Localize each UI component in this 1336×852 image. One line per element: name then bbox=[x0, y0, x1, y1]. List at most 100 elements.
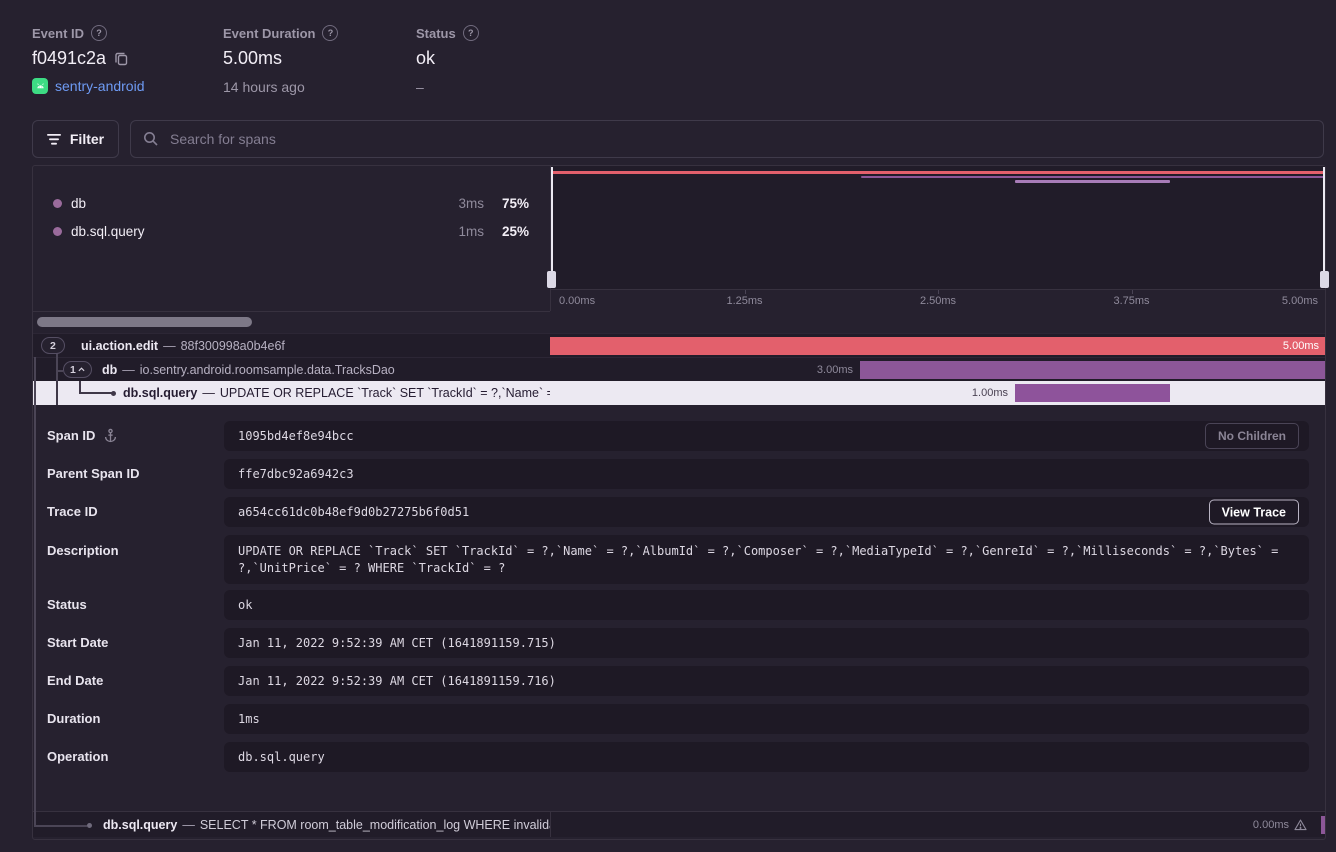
description-value: UPDATE OR REPLACE `Track` SET `TrackId` … bbox=[238, 544, 1278, 575]
axis-label: 1.25ms bbox=[726, 295, 762, 307]
view-trace-button[interactable]: View Trace bbox=[1209, 500, 1299, 525]
minimap-left-handle[interactable] bbox=[551, 167, 553, 273]
parent-span-id-value-box: ffe7dbc92a6942c3 bbox=[224, 459, 1309, 489]
span-op: ui.action.edit bbox=[81, 339, 158, 353]
event-duration-label: Event Duration bbox=[223, 26, 315, 41]
event-id-label: Event ID bbox=[32, 26, 84, 41]
legend-dot-icon bbox=[53, 227, 62, 236]
trace-minimap[interactable] bbox=[550, 166, 1325, 289]
axis-tick bbox=[745, 290, 746, 294]
span-bar[interactable]: 1.00ms bbox=[1015, 384, 1170, 402]
span-row-db-sql-query-sibling[interactable]: db.sql.query — SELECT * FROM room_table_… bbox=[33, 811, 1325, 837]
help-icon[interactable]: ? bbox=[91, 25, 107, 41]
anchor-icon[interactable] bbox=[103, 428, 118, 443]
legend-op: db bbox=[71, 196, 86, 211]
span-desc: io.sentry.android.roomsample.data.Tracks… bbox=[140, 363, 395, 377]
legend-duration: 1ms bbox=[458, 224, 484, 239]
duration-label: Duration bbox=[47, 711, 100, 726]
chevron-up-icon bbox=[78, 367, 85, 372]
span-bar[interactable]: 5.00ms bbox=[550, 337, 1325, 355]
span-row-db[interactable]: 1 db — io.sentry.android.roomsample.data… bbox=[33, 357, 1325, 381]
dash-separator: — bbox=[182, 818, 195, 832]
span-children-badge[interactable]: 1 bbox=[63, 361, 92, 378]
span-children-badge[interactable]: 2 bbox=[41, 337, 65, 354]
tree-scrollbar-track[interactable] bbox=[33, 311, 550, 333]
tree-connector bbox=[79, 392, 113, 394]
span-duration: 1.00ms bbox=[972, 384, 1008, 402]
filter-icon bbox=[47, 134, 61, 145]
status-sub: – bbox=[416, 79, 479, 95]
operation-value-box: db.sql.query bbox=[224, 742, 1309, 772]
start-date-value-box: Jan 11, 2022 9:52:39 AM CET (1641891159.… bbox=[224, 628, 1309, 658]
minimap-right-grip[interactable] bbox=[1320, 271, 1329, 288]
event-id-value: f0491c2a bbox=[32, 48, 106, 69]
legend-percent: 75% bbox=[502, 196, 529, 211]
time-axis: 0.00ms 1.25ms 2.50ms 3.75ms 5.00ms bbox=[550, 289, 1325, 311]
start-date-label: Start Date bbox=[47, 635, 108, 650]
span-duration: 3.00ms bbox=[817, 361, 853, 379]
tree-scrollbar-thumb[interactable] bbox=[37, 317, 252, 327]
trace-waterfall-panel: db 3ms 75% db.sql.query 1ms 25% 0.00ms bbox=[32, 165, 1326, 840]
duration-value: 1ms bbox=[238, 712, 260, 726]
span-detail-section: Span ID 1095bd4ef8e94bcc No Children Par… bbox=[33, 405, 1325, 811]
axis-label: 3.75ms bbox=[1113, 295, 1149, 307]
android-platform-icon bbox=[32, 78, 48, 94]
status-detail-label: Status bbox=[47, 597, 87, 612]
span-op: db.sql.query bbox=[103, 818, 177, 832]
tree-guide-line bbox=[34, 357, 36, 825]
span-row-ui-action-edit[interactable]: 2 ui.action.edit — 88f300998a0b4e6f 5.00… bbox=[33, 333, 1325, 357]
minimap-right-handle[interactable] bbox=[1323, 167, 1325, 273]
axis-label: 0.00ms bbox=[559, 295, 595, 307]
copy-icon[interactable] bbox=[114, 51, 129, 66]
event-id-block: Event ID ? f0491c2a sentry-android bbox=[32, 25, 145, 94]
legend-item-db-sql-query[interactable]: db.sql.query 1ms 25% bbox=[33, 217, 550, 245]
span-search-bar bbox=[130, 120, 1324, 158]
tree-node-dot bbox=[87, 823, 92, 828]
filter-button[interactable]: Filter bbox=[32, 120, 119, 158]
tree-connector bbox=[34, 825, 87, 827]
filter-label: Filter bbox=[70, 131, 104, 147]
tree-guide-line bbox=[56, 381, 58, 405]
description-value-box: UPDATE OR REPLACE `Track` SET `TrackId` … bbox=[224, 535, 1309, 584]
legend-dot-icon bbox=[53, 199, 62, 208]
search-input[interactable] bbox=[168, 130, 1311, 148]
event-time-ago: 14 hours ago bbox=[223, 79, 338, 95]
tree-connector bbox=[56, 370, 63, 372]
dash-separator: — bbox=[122, 363, 135, 377]
help-icon[interactable]: ? bbox=[322, 25, 338, 41]
help-icon[interactable]: ? bbox=[463, 25, 479, 41]
span-id-label: Span ID bbox=[47, 428, 95, 443]
minimap-left-grip[interactable] bbox=[547, 271, 556, 288]
minimap-span-line bbox=[551, 171, 1325, 174]
dash-separator: — bbox=[202, 386, 215, 400]
start-date-value: Jan 11, 2022 9:52:39 AM CET (1641891159.… bbox=[238, 636, 556, 650]
badge-count: 2 bbox=[50, 340, 56, 352]
minimap-span-line bbox=[861, 176, 1325, 179]
description-label: Description bbox=[47, 543, 119, 558]
event-duration-value: 5.00ms bbox=[223, 48, 338, 69]
span-op: db.sql.query bbox=[123, 386, 197, 400]
axis-label: 5.00ms bbox=[1282, 295, 1318, 307]
status-block: Status ? ok – bbox=[416, 25, 479, 95]
legend-percent: 25% bbox=[502, 224, 529, 239]
dash-separator: — bbox=[163, 339, 176, 353]
badge-count: 1 bbox=[70, 364, 76, 376]
zero-duration-span-tick bbox=[1321, 816, 1325, 834]
project-link[interactable]: sentry-android bbox=[55, 78, 145, 94]
span-detail-page: Event ID ? f0491c2a sentry-android Event… bbox=[0, 0, 1336, 852]
operation-label: Operation bbox=[47, 749, 108, 764]
trace-id-label: Trace ID bbox=[47, 504, 98, 519]
legend-item-db[interactable]: db 3ms 75% bbox=[33, 189, 550, 217]
parent-span-id-label: Parent Span ID bbox=[47, 466, 139, 481]
trace-id-value: a654cc61dc0b48ef9d0b27275b6f0d51 bbox=[238, 505, 469, 519]
no-children-chip: No Children bbox=[1205, 423, 1299, 449]
span-duration: 5.00ms bbox=[1283, 337, 1319, 355]
parent-span-id-value: ffe7dbc92a6942c3 bbox=[238, 467, 354, 481]
span-desc: UPDATE OR REPLACE `Track` SET `TrackId` … bbox=[220, 386, 550, 400]
span-desc: SELECT * FROM room_table_modification_lo… bbox=[200, 818, 550, 832]
span-bar[interactable]: 3.00ms bbox=[860, 361, 1325, 379]
duration-value-box: 1ms bbox=[224, 704, 1309, 734]
trace-id-value-box: a654cc61dc0b48ef9d0b27275b6f0d51 View Tr… bbox=[224, 497, 1309, 527]
span-desc: 88f300998a0b4e6f bbox=[181, 339, 285, 353]
span-row-db-sql-query-selected[interactable]: db.sql.query — UPDATE OR REPLACE `Track`… bbox=[33, 381, 1325, 405]
